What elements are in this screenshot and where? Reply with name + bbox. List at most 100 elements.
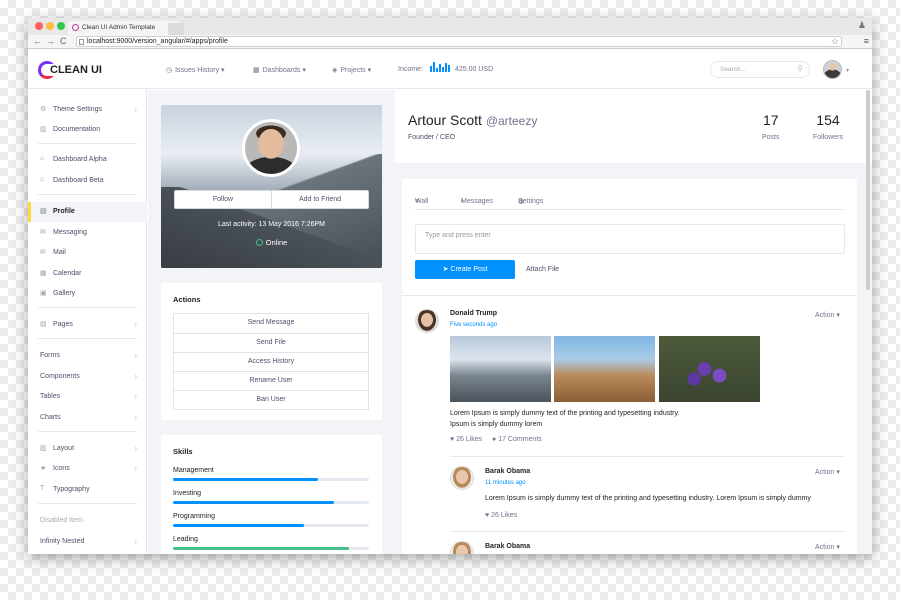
post-action-dropdown[interactable]: Action ▾ (815, 311, 840, 319)
post-image-biker[interactable] (554, 336, 655, 402)
book-icon: ▥ (40, 126, 47, 133)
follow-button[interactable]: Follow (175, 191, 271, 208)
sidebar-item-charts[interactable]: Charts › (28, 408, 147, 428)
reload-icon[interactable]: C (60, 36, 67, 46)
sidebar-item-mail[interactable]: ✉ Mail (28, 243, 147, 263)
profile-name: Artour Scott @arteezy (408, 112, 537, 128)
comment-action-dropdown[interactable]: Action ▾ (815, 468, 840, 476)
comment-icon: ● (492, 436, 497, 443)
sidebar-item-label: Tables (40, 393, 61, 400)
comment-action-dropdown[interactable]: Action ▾ (815, 543, 840, 551)
send-file-button[interactable]: Send File (174, 333, 368, 352)
ban-user-button[interactable]: Ban User (174, 390, 368, 409)
sidebar-item-theme-settings[interactable]: ⚙ Theme Settings › (28, 100, 147, 120)
post-image-mountains[interactable] (450, 336, 551, 402)
forward-icon[interactable]: → (46, 36, 55, 46)
sidebar-item-layout[interactable]: ▥ Layout › (28, 439, 147, 459)
browser-menu-icon[interactable]: ≡ (864, 36, 869, 46)
chevron-right-icon: › (134, 464, 137, 473)
chevron-down-icon[interactable]: ▾ (846, 67, 849, 74)
minimize-window-button[interactable] (46, 22, 54, 30)
typography-icon: T (40, 485, 45, 492)
url-input[interactable]: localhost:9000/version_angular/#/apps/pr… (76, 36, 842, 47)
new-tab-button[interactable] (168, 23, 184, 35)
likes-count: 26 Likes (491, 512, 518, 519)
nav-projects[interactable]: ◈ Projects ▾ (332, 66, 371, 74)
scrollbar[interactable] (866, 90, 870, 290)
access-history-button[interactable]: Access History (174, 352, 368, 371)
maximize-window-button[interactable] (57, 22, 65, 30)
skills-card: Skills Management Investing Programming … (161, 435, 382, 554)
wall-tabs: ≡ Wall ▪ Messages ⚙ Settings (415, 194, 844, 210)
nav-projects-label: Projects (340, 67, 366, 74)
nav-dashboards[interactable]: ▦ Dashboards ▾ (253, 66, 306, 74)
user-handle[interactable]: @arteezy (486, 114, 538, 128)
comment-author[interactable]: Barak Obama (485, 468, 530, 475)
tab-messages-label: Messages (461, 198, 493, 205)
send-message-button[interactable]: Send Message (174, 314, 368, 333)
sidebar-item-dashboard-alpha[interactable]: ⌂ Dashboard Alpha (28, 150, 147, 170)
sidebar-item-label: Documentation (53, 126, 101, 133)
sidebar-item-gallery[interactable]: ▣ Gallery (28, 284, 147, 304)
page-icon (79, 39, 84, 45)
sidebar-item-label: Icons (53, 465, 70, 472)
skill-management: Management (173, 467, 369, 481)
browser-tab[interactable]: Clean UI Admin Template × (68, 21, 180, 35)
chevron-down-icon: ▾ (367, 67, 372, 74)
sidebar-item-infinity-nested[interactable]: Infinity Nested › (28, 532, 147, 552)
sidebar-item-label: Messaging (53, 229, 87, 236)
comment-author[interactable]: Barak Obama (485, 543, 530, 550)
profile-icon: ▤ (40, 208, 47, 215)
nav-issues-history[interactable]: ◷ Issues History ▾ (166, 66, 225, 74)
search-input[interactable]: Search... ⚲ (710, 61, 810, 78)
user-avatar[interactable] (823, 60, 842, 79)
post-author[interactable]: Donald Trump (450, 310, 497, 317)
create-post-label: Create Post (450, 266, 488, 273)
comment-likes[interactable]: ♥ 26 Likes (485, 512, 517, 519)
sidebar-item-label: Charts (40, 414, 61, 421)
post-input[interactable]: Type and press enter (415, 224, 845, 254)
rename-user-button[interactable]: Rename User (174, 371, 368, 390)
profile-cover-card: Follow Add to Friend Last activity: 13 M… (161, 105, 382, 268)
chevron-down-icon: ▾ (221, 67, 225, 74)
sidebar-item-messaging[interactable]: ✉ Messaging (28, 223, 147, 243)
divider (450, 456, 844, 457)
chevron-down-icon: ▾ (836, 312, 840, 319)
bookmark-star-icon[interactable]: ☆ (831, 36, 839, 47)
add-to-friend-button[interactable]: Add to Friend (271, 191, 368, 208)
send-icon: ➤ (442, 266, 449, 273)
gear-icon: ⚙ (40, 106, 47, 113)
close-window-button[interactable] (35, 22, 43, 30)
browser-user-icon[interactable]: ♟ (858, 20, 866, 31)
sidebar-item-pages[interactable]: ▤ Pages › (28, 315, 147, 335)
home-icon: ⌂ (40, 155, 45, 162)
sidebar-item-components[interactable]: Components › (28, 367, 147, 387)
sidebar-item-label: Layout (53, 445, 75, 452)
chevron-right-icon: › (134, 105, 137, 114)
post-comments[interactable]: ● 17 Comments (492, 436, 542, 443)
post-likes[interactable]: ♥ 26 Likes (450, 436, 482, 443)
create-post-button[interactable]: ➤ Create Post (415, 260, 515, 279)
logo-text[interactable]: CLEAN UI (48, 64, 102, 76)
attach-file-button[interactable]: Attach File (526, 266, 559, 273)
back-icon[interactable]: ← (33, 36, 42, 46)
image-icon: ▣ (40, 290, 47, 297)
sidebar-item-dashboard-beta[interactable]: ⌂ Dashboard Beta (28, 171, 147, 191)
post-author-avatar[interactable] (415, 309, 439, 333)
sidebar-item-forms[interactable]: Forms › (28, 346, 147, 366)
sidebar-item-icons[interactable]: ★ Icons › (28, 459, 147, 479)
sidebar-item-calendar[interactable]: ▦ Calendar (28, 264, 147, 284)
sidebar-item-label: Typography (53, 486, 90, 493)
action-label: Action (815, 544, 835, 551)
post-image-flowers[interactable] (659, 336, 760, 402)
sidebar-item-typography[interactable]: T Typography (28, 480, 147, 500)
sidebar-item-tables[interactable]: Tables › (28, 387, 147, 407)
comment-author-avatar[interactable] (450, 466, 474, 490)
skill-label: Investing (173, 490, 202, 497)
envelope-icon: ✉ (40, 229, 46, 236)
sidebar-item-profile[interactable]: ▤ Profile (28, 202, 147, 222)
comment-author-avatar[interactable] (450, 541, 474, 554)
tab-title: Clean UI Admin Template (82, 24, 156, 31)
skill-fill (173, 547, 350, 550)
sidebar-item-documentation[interactable]: ▥ Documentation (28, 120, 147, 140)
